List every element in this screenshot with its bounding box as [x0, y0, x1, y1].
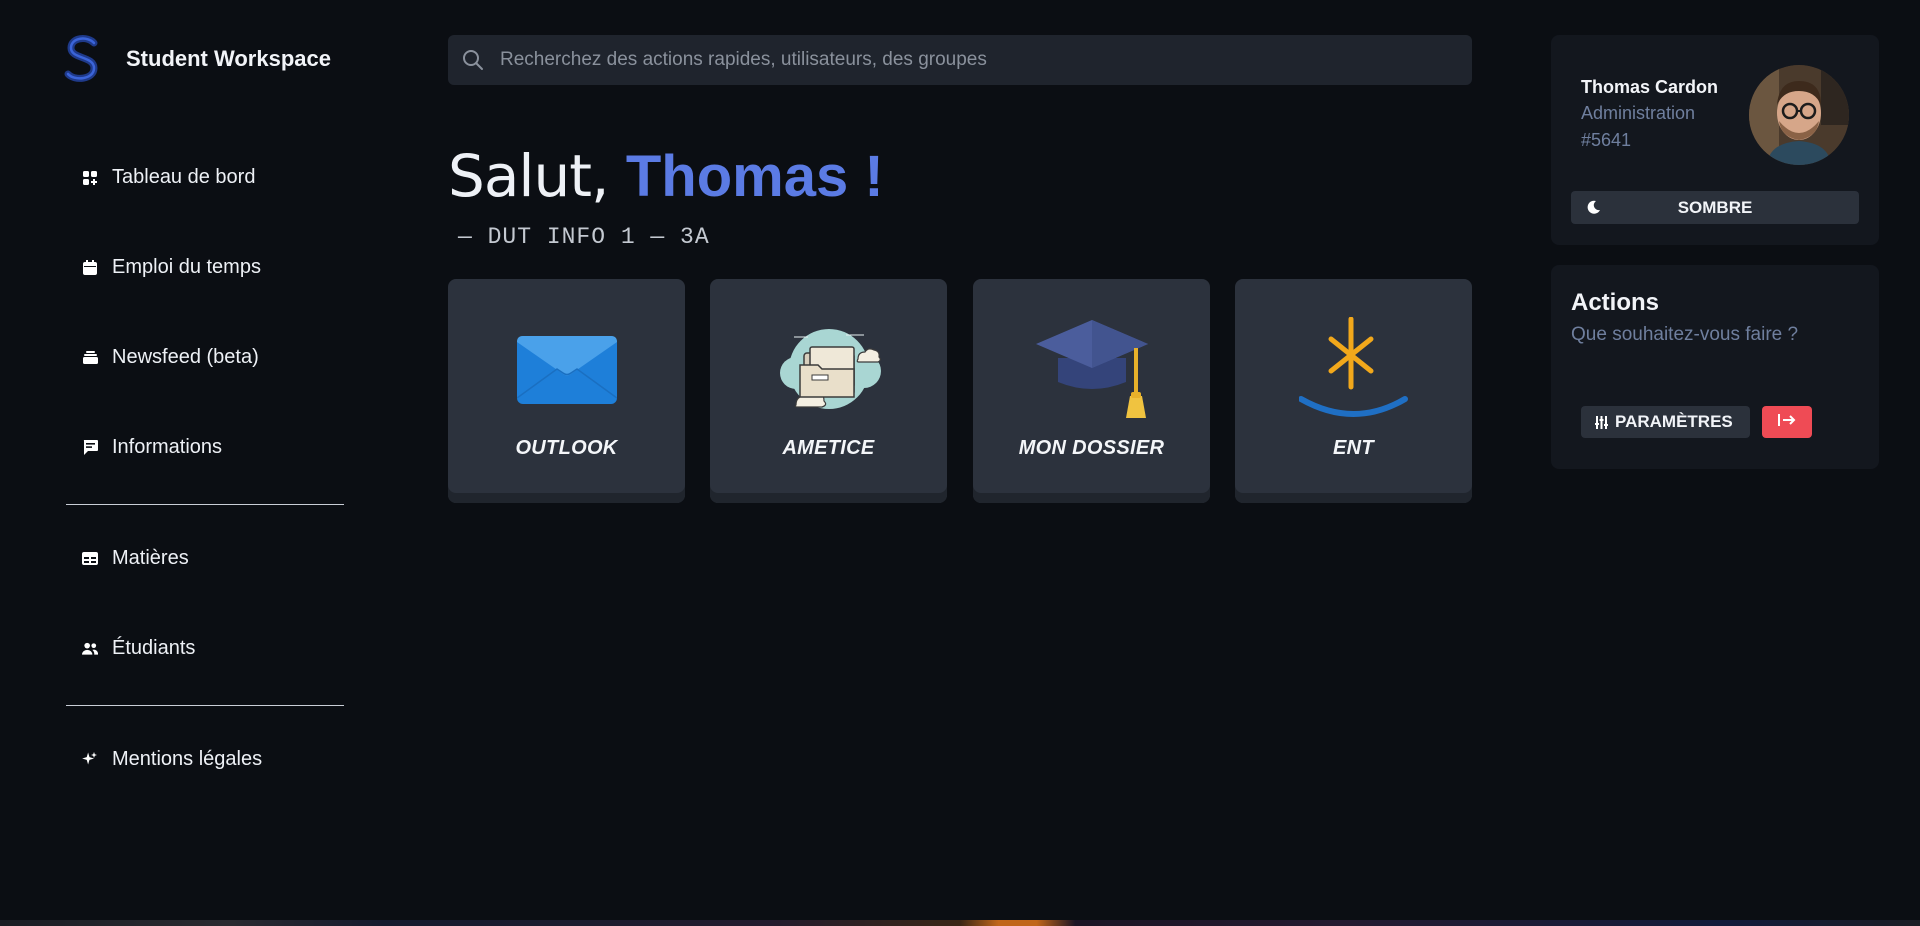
ent-asterisk-icon	[1235, 315, 1472, 425]
sliders-icon	[1595, 415, 1609, 429]
actions-card: Actions Que souhaitez-vous faire ? PARAM…	[1551, 265, 1879, 469]
sidebar-item-label: Tableau de bord	[112, 166, 256, 188]
message-icon	[82, 440, 98, 456]
sidebar-item-informations[interactable]: Informations	[66, 436, 222, 459]
sidebar-item-tableau-de-bord[interactable]: Tableau de bord	[66, 166, 255, 189]
sidebar-item-label: Matières	[112, 547, 189, 569]
sidebar-divider	[66, 504, 344, 505]
users-icon	[82, 641, 98, 657]
profile-card: Thomas Cardon Administration #5641 SOMBR…	[1551, 35, 1879, 245]
tile-label: ENT	[1333, 437, 1374, 459]
sidebar-item-etudiants[interactable]: Étudiants	[66, 637, 195, 660]
actions-title: Actions	[1571, 289, 1660, 316]
moon-icon	[1587, 200, 1603, 216]
sidebar-item-label: Informations	[112, 436, 223, 458]
sidebar-item-mentions-legales[interactable]: Mentions légales	[66, 748, 262, 771]
brand[interactable]: Student Workspace	[62, 34, 331, 84]
logo-icon	[62, 34, 104, 84]
greeting-name: Thomas !	[625, 144, 884, 209]
class-subtitle: — DUT INFO 1 — 3A	[458, 224, 710, 250]
taskbar-edge	[0, 920, 1920, 926]
search-icon	[460, 47, 486, 73]
sidebar-item-newsfeed[interactable]: Newsfeed (beta)	[66, 346, 259, 369]
cloud-folder-icon	[710, 315, 947, 425]
sidebar-item-label: Étudiants	[112, 637, 196, 659]
tile-outlook[interactable]: OUTLOOK	[448, 279, 685, 503]
sidebar-item-emploi-du-temps[interactable]: Emploi du temps	[66, 256, 261, 279]
avatar[interactable]	[1749, 65, 1849, 165]
sidebar: Student Workspace Tableau de bord Emploi…	[0, 0, 400, 926]
table-icon	[82, 551, 98, 567]
tile-label: MON DOSSIER	[1018, 437, 1165, 459]
sidebar-item-label: Emploi du temps	[112, 256, 261, 278]
logout-icon	[1778, 413, 1796, 431]
tile-ent[interactable]: ENT	[1235, 279, 1472, 503]
sidebar-item-matieres[interactable]: Matières	[66, 547, 189, 570]
brand-title: Student Workspace	[126, 46, 331, 71]
tile-label: OUTLOOK	[515, 437, 618, 459]
dashboard-icon	[82, 170, 98, 186]
actions-subtitle: Que souhaitez-vous faire ?	[1571, 324, 1799, 345]
calendar-icon	[82, 260, 98, 276]
sparkle-icon	[82, 751, 98, 768]
settings-button[interactable]: PARAMÈTRES	[1581, 406, 1750, 438]
mail-icon	[448, 315, 685, 425]
search-bar[interactable]	[448, 35, 1472, 85]
sidebar-item-label: Mentions légales	[112, 748, 263, 770]
theme-toggle-button[interactable]: SOMBRE	[1571, 191, 1859, 224]
sidebar-divider	[66, 705, 344, 706]
tile-label: AMETICE	[782, 437, 875, 459]
graduation-cap-icon	[973, 315, 1210, 425]
profile-id: #5641	[1581, 130, 1632, 150]
tile-mon-dossier[interactable]: MON DOSSIER	[973, 279, 1210, 503]
inbox-icon	[82, 350, 98, 366]
page-title: Salut, Thomas !	[448, 140, 884, 213]
greeting-text: Salut,	[448, 142, 626, 210]
search-input[interactable]	[500, 49, 1400, 71]
theme-toggle-label: SOMBRE	[1677, 197, 1753, 217]
sidebar-item-label: Newsfeed (beta)	[112, 346, 259, 368]
settings-label: PARAMÈTRES	[1615, 412, 1733, 431]
profile-name: Thomas Cardon	[1581, 77, 1719, 97]
logout-button[interactable]	[1762, 406, 1812, 438]
tile-ametice[interactable]: AMETICE	[710, 279, 947, 503]
profile-role: Administration	[1581, 103, 1696, 123]
